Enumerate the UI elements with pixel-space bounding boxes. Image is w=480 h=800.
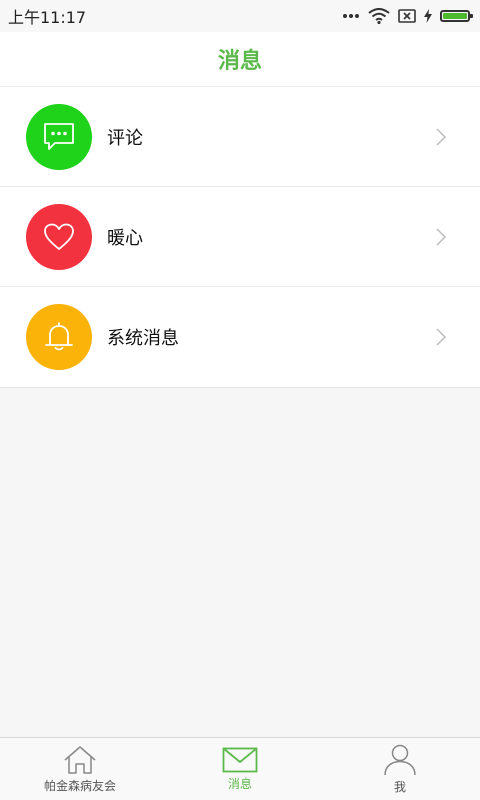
tab-home[interactable]: 帕金森病友会	[0, 738, 160, 800]
list-item-label: 评论	[107, 127, 143, 149]
tab-label: 我	[393, 779, 406, 794]
status-bar: 上午11:17	[0, 0, 480, 32]
status-time: 上午11:17	[8, 8, 87, 27]
user-icon	[384, 744, 416, 775]
tab-messages[interactable]: 消息	[160, 738, 320, 800]
bottom-tab-bar: 帕金森病友会 消息 我	[0, 737, 480, 800]
header: 消息	[0, 32, 480, 87]
tab-label: 消息	[227, 776, 252, 791]
chevron-right-icon	[436, 227, 446, 246]
message-list: 评论 暖心 系统消息	[0, 87, 480, 388]
tab-label: 帕金森病友会	[43, 778, 116, 793]
comment-icon	[26, 103, 92, 170]
page-title: 消息	[217, 49, 262, 74]
list-item-label: 暖心	[107, 227, 143, 249]
list-item-comment[interactable]: 评论	[0, 87, 480, 187]
bell-icon	[26, 304, 92, 370]
home-icon	[64, 745, 96, 774]
heart-icon	[26, 203, 92, 270]
list-item-label: 系统消息	[107, 328, 179, 349]
no-sim-icon	[398, 9, 416, 23]
chevron-right-icon	[436, 127, 446, 146]
more-dots-icon	[343, 14, 359, 18]
battery-icon	[440, 10, 473, 22]
wifi-icon	[368, 8, 390, 24]
mail-icon	[222, 747, 258, 772]
list-item-warmth[interactable]: 暖心	[0, 187, 480, 287]
tab-me[interactable]: 我	[320, 738, 480, 800]
list-item-system-messages[interactable]: 系统消息	[0, 287, 480, 387]
chevron-right-icon	[436, 328, 446, 346]
charging-icon	[424, 9, 432, 23]
status-icons	[342, 8, 473, 24]
